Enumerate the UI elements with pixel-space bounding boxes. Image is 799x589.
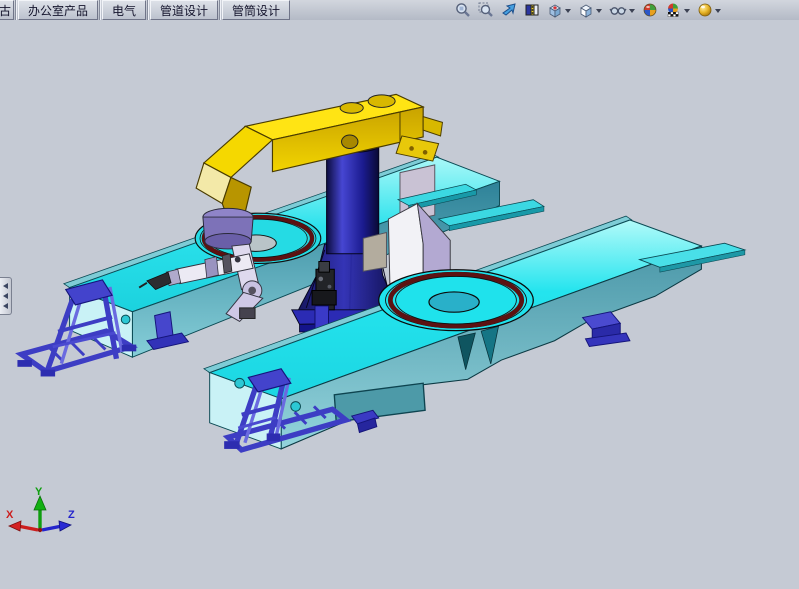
chevron-left-icon [3,283,8,289]
tab-tubing-design[interactable]: 管筒设计 [222,0,290,20]
triad-y-label: Y [35,486,43,498]
tab-separator [219,0,221,20]
zoom-to-fit-icon [455,2,471,18]
apply-scene-icon [665,2,682,18]
triad-x-label: X [6,509,14,521]
hide-show-items-button[interactable] [609,1,635,19]
tab-electrical[interactable]: 电气 [102,0,146,20]
edit-appearance-button[interactable] [642,1,658,19]
zoom-to-area-button[interactable] [478,1,494,19]
view-settings-icon [697,2,713,18]
apply-scene-button[interactable] [665,1,690,19]
dropdown-arrow-icon [565,9,571,13]
dropdown-arrow-icon [629,9,635,13]
zoom-to-fit-button[interactable] [455,1,471,19]
heads-up-view-toolbar [455,0,799,20]
chevron-left-icon [3,303,8,309]
assembly-model [0,20,799,589]
display-style-icon [578,2,594,18]
section-view-button[interactable] [524,1,540,19]
panel-expander-button[interactable] [0,277,12,315]
triad-z-label: Z [68,509,75,521]
wire-feeder-box[interactable] [312,262,336,310]
view-orientation-button[interactable] [547,1,571,19]
reference-triad: Y X Z [4,484,84,548]
edit-appearance-icon [642,2,658,18]
right-beam-ring[interactable] [379,270,534,331]
tab-evaluate-partial[interactable]: 古 [0,0,14,20]
tab-separator [15,0,17,20]
tab-separator [99,0,101,20]
viewport-3d[interactable]: Y X Z [0,20,799,589]
hide-show-items-icon [609,2,627,18]
tab-separator [147,0,149,20]
tab-piping-design[interactable]: 管道设计 [150,0,218,20]
right-end-support-block[interactable] [583,312,630,347]
previous-view-button[interactable] [501,1,517,19]
tab-office-products[interactable]: 办公室产品 [18,0,98,20]
command-manager-toolbar: 古 办公室产品 电气 管道设计 管筒设计 [0,0,799,21]
dropdown-arrow-icon [684,9,690,13]
display-style-button[interactable] [578,1,602,19]
previous-view-icon [501,2,517,18]
view-orientation-icon [547,2,563,18]
dropdown-arrow-icon [596,9,602,13]
chevron-left-icon [3,293,8,299]
dropdown-arrow-icon [715,9,721,13]
section-view-icon [524,2,540,18]
zoom-to-area-icon [478,2,494,18]
view-settings-button[interactable] [697,1,721,19]
